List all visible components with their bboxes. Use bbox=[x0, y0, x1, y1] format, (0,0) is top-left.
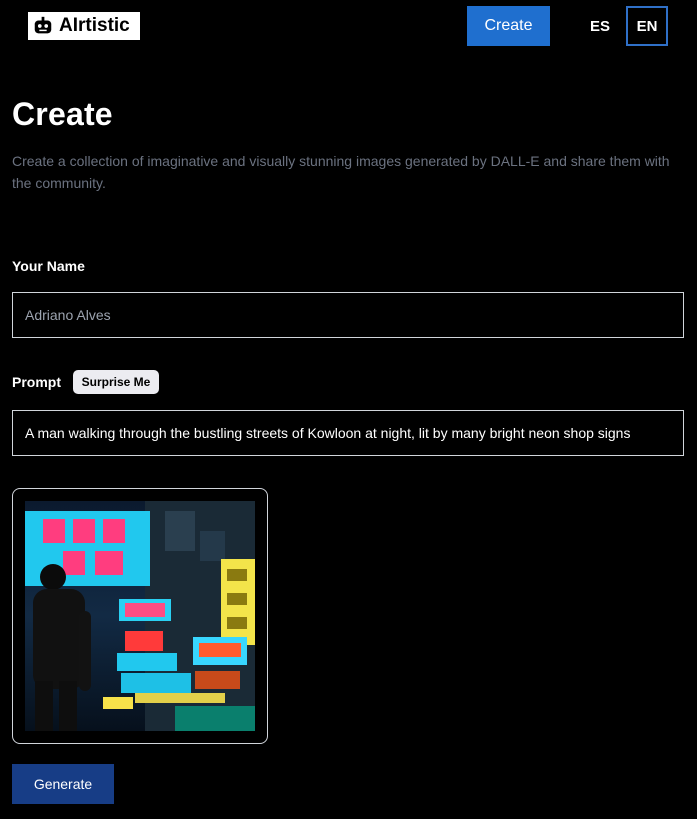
robot-icon bbox=[34, 16, 52, 34]
language-es-button[interactable]: ES bbox=[579, 6, 621, 46]
image-preview-frame bbox=[12, 488, 268, 744]
generate-button[interactable]: Generate bbox=[12, 764, 114, 804]
name-input[interactable] bbox=[12, 292, 684, 338]
logo[interactable]: AIrtistic bbox=[28, 12, 140, 40]
page-title: Create bbox=[12, 96, 113, 132]
page-description: Create a collection of imaginative and v… bbox=[12, 153, 670, 191]
name-label: Your Name bbox=[12, 258, 85, 274]
neon-street-image bbox=[25, 501, 255, 731]
generated-image bbox=[25, 501, 255, 731]
prompt-input[interactable] bbox=[12, 410, 684, 456]
surprise-me-button[interactable]: Surprise Me bbox=[73, 370, 159, 394]
language-en-button[interactable]: EN bbox=[626, 6, 668, 46]
prompt-label: Prompt bbox=[12, 374, 61, 390]
logo-text: AIrtistic bbox=[59, 15, 130, 36]
create-nav-button[interactable]: Create bbox=[467, 6, 550, 46]
